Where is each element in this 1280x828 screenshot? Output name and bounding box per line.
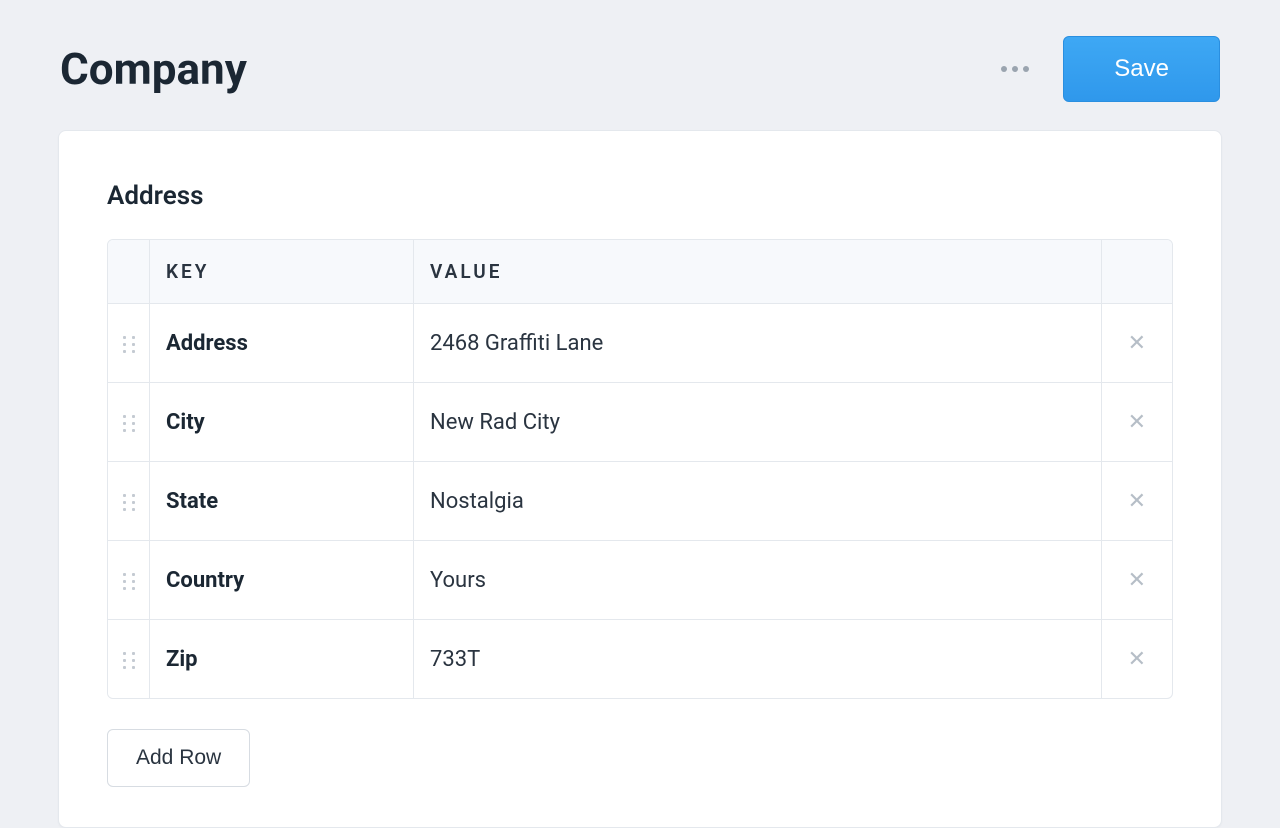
row-remove-cell: ✕	[1101, 541, 1172, 620]
row-remove-cell: ✕	[1101, 620, 1172, 698]
row-remove-cell: ✕	[1101, 462, 1172, 541]
drag-handle-cell[interactable]	[108, 541, 150, 620]
close-icon: ✕	[1128, 330, 1146, 355]
table-row: Address2468 Graffiti Lane ✕	[108, 304, 1172, 383]
row-value[interactable]: 733T	[414, 620, 1101, 698]
add-row-button[interactable]: Add Row	[107, 729, 250, 787]
row-value[interactable]: Yours	[414, 541, 1101, 620]
row-remove-cell: ✕	[1101, 383, 1172, 462]
row-remove-cell: ✕	[1101, 304, 1172, 383]
page-header: Company Save	[0, 0, 1280, 130]
drag-handle-cell[interactable]	[108, 620, 150, 698]
drag-handle-icon[interactable]	[123, 480, 135, 525]
key-value-table: Key Value Address2468 Graffiti Lane✕City…	[107, 239, 1173, 699]
ellipsis-icon	[1012, 66, 1018, 72]
close-icon: ✕	[1128, 646, 1146, 671]
ellipsis-icon	[1001, 66, 1007, 72]
row-key[interactable]: Country	[150, 541, 414, 620]
table-row: Zip733T ✕	[108, 620, 1172, 698]
page-title: Company	[60, 43, 247, 95]
save-button[interactable]: Save	[1063, 36, 1220, 102]
drag-handle-icon[interactable]	[123, 638, 135, 683]
drag-handle-icon[interactable]	[123, 322, 135, 367]
row-key[interactable]: State	[150, 462, 414, 541]
table-row: StateNostalgia ✕	[108, 462, 1172, 541]
section-title: Address	[107, 181, 1173, 211]
address-card: Address Key Value Address2468 Graffiti L…	[58, 130, 1222, 828]
header-actions: Save	[995, 36, 1220, 102]
row-value[interactable]: New Rad City	[414, 383, 1101, 462]
row-key[interactable]: Address	[150, 304, 414, 383]
column-header-value: Value	[414, 240, 1101, 304]
remove-row-button[interactable]: ✕	[1118, 642, 1156, 676]
drag-handle-icon[interactable]	[123, 401, 135, 446]
remove-row-button[interactable]: ✕	[1118, 563, 1156, 597]
column-header-key: Key	[150, 240, 414, 304]
table-row: CountryYours ✕	[108, 541, 1172, 620]
column-header-remove	[1101, 240, 1172, 304]
column-header-handle	[108, 240, 150, 304]
close-icon: ✕	[1128, 488, 1146, 513]
drag-handle-icon[interactable]	[123, 559, 135, 604]
drag-handle-cell[interactable]	[108, 304, 150, 383]
drag-handle-cell[interactable]	[108, 383, 150, 462]
remove-row-button[interactable]: ✕	[1118, 405, 1156, 439]
close-icon: ✕	[1128, 409, 1146, 434]
remove-row-button[interactable]: ✕	[1118, 484, 1156, 518]
table-header-row: Key Value	[108, 240, 1172, 304]
close-icon: ✕	[1128, 567, 1146, 592]
row-value[interactable]: Nostalgia	[414, 462, 1101, 541]
row-key[interactable]: Zip	[150, 620, 414, 698]
ellipsis-icon	[1023, 66, 1029, 72]
row-value[interactable]: 2468 Graffiti Lane	[414, 304, 1101, 383]
table-row: CityNew Rad City ✕	[108, 383, 1172, 462]
more-actions-button[interactable]	[995, 60, 1035, 78]
remove-row-button[interactable]: ✕	[1118, 326, 1156, 360]
drag-handle-cell[interactable]	[108, 462, 150, 541]
row-key[interactable]: City	[150, 383, 414, 462]
